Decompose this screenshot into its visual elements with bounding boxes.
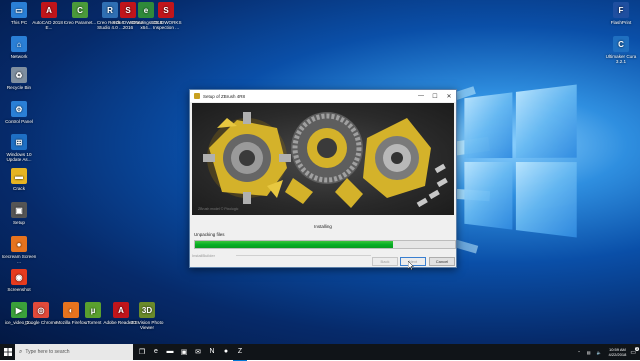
adobe-reader-icon: A <box>113 302 129 318</box>
action-center-icon[interactable]: ▭ 3 <box>630 346 639 356</box>
solidworks-inspection-icon: S <box>158 2 174 18</box>
windows-start-icon <box>3 348 12 356</box>
desktop-wallpaper: ▭ This PC A AutoCAD 2018 - E... C Creo Parame… <box>0 0 640 344</box>
icecream-icon: ● <box>11 236 27 252</box>
screenshot-icon: ◉ <box>11 269 27 285</box>
task-view-icon[interactable]: ❐ <box>135 344 149 360</box>
notification-badge: 3 <box>635 346 639 351</box>
chevron-up-icon[interactable]: ⌃ <box>577 350 580 355</box>
recycle-bin-icon: ♻ <box>11 67 27 83</box>
desktop-icon-label: Recycle Bin <box>6 85 32 90</box>
windows-update-icon: ⊞ <box>11 134 27 150</box>
windows-logo <box>464 84 577 238</box>
footer-separator <box>236 255 371 256</box>
autocad-icon: A <box>41 2 57 18</box>
banner-watermark: ZBrush model © Pixologic <box>198 207 239 211</box>
windows-logo-pane <box>464 92 513 159</box>
cura-icon: C <box>613 36 629 52</box>
windows-logo-pane <box>515 84 577 158</box>
desktop-icon[interactable]: ● Icecream Screen ... <box>1 236 37 264</box>
install-progress-bar <box>194 240 456 249</box>
install-status: Installing <box>314 224 332 229</box>
taskbar-clock[interactable]: 10:59 AM 4/22/2018 <box>609 347 627 357</box>
chrome-icon: ◎ <box>33 302 49 318</box>
volume-icon[interactable]: 🔈 <box>597 350 602 355</box>
utorrent-icon: µ <box>85 302 101 318</box>
taskbar-search-box[interactable]: ⌕ Type here to search <box>15 344 133 360</box>
mail-icon[interactable]: ✉ <box>191 344 205 360</box>
taskbar: ⌕ Type here to search ❐ e ▬ ▣ ✉ N ● Z ⌃ ▤ 🔈 10:… <box>0 344 640 361</box>
clock-date: 4/22/2018 <box>608 352 627 357</box>
folder-icon: ▬ <box>11 168 27 184</box>
desktop-icon[interactable]: 3D 3D Vision Photo Viewer <box>129 302 165 330</box>
minimize-button[interactable]: — <box>414 93 428 99</box>
network-icon: ⌂ <box>11 36 27 52</box>
install-detail: Unpacking files <box>194 232 225 237</box>
desktop-icon[interactable]: C Ultimaker Cura 3.2.1 <box>603 36 639 64</box>
install-progress-fill <box>195 241 393 248</box>
desktop-icon[interactable]: ⚙ Control Panel <box>1 101 37 124</box>
store-icon[interactable]: ▣ <box>177 344 191 360</box>
icecream-taskbar-icon[interactable]: ● <box>219 344 233 360</box>
desktop-icon[interactable]: F FlashPrint <box>603 2 639 25</box>
gear-assembly-illustration <box>203 112 448 208</box>
windows-logo-pane <box>464 161 513 230</box>
desktop-icon-label: SOLIDWORKS Inspection ... <box>150 20 182 30</box>
taskbar-app-list: ❐ e ▬ ▣ ✉ N ● Z <box>135 344 247 361</box>
3d-vision-icon: 3D <box>139 302 155 318</box>
desktop-icon-label: Network <box>10 54 28 59</box>
desktop-icon-label: Windows 10 Update As... <box>6 152 32 162</box>
desktop-icon[interactable]: ⊞ Windows 10 Update As... <box>1 134 37 162</box>
desktop-icon-label: Ultimaker Cura 3.2.1 <box>605 54 637 64</box>
desktop-icon[interactable]: ◉ Screenshot <box>1 269 37 292</box>
product-banner-image: ZBrush model © Pixologic <box>192 103 454 215</box>
desktop-icon-label: FlashPrint <box>610 20 632 25</box>
onenote-icon[interactable]: N <box>205 344 219 360</box>
setup-icon: ▣ <box>11 202 27 218</box>
mouse-cursor-icon <box>408 261 414 270</box>
desktop-icon[interactable]: ▣ Setup <box>1 202 37 225</box>
desktop-icon[interactable]: ⌂ Network <box>1 36 37 59</box>
system-tray: ⌃ ▤ 🔈 10:59 AM 4/22/2018 ▭ 3 <box>574 344 639 360</box>
zbrush-icon <box>194 93 200 99</box>
windows-logo-pane <box>515 162 577 238</box>
network-tray-icon[interactable]: ▤ <box>587 350 591 355</box>
computer-icon: ▭ <box>11 2 27 18</box>
desktop-icon-label: Crack <box>13 186 25 191</box>
desktop-icon-label: Setup <box>12 220 25 225</box>
desktop-icon[interactable]: ♻ Recycle Bin <box>1 67 37 90</box>
edge-icon[interactable]: e <box>149 344 163 360</box>
setup-dialog[interactable]: Setup of ZBrush 4R8 — ☐ ✕ ZBrush model ©… <box>189 89 457 268</box>
creo-parametric-icon: C <box>72 2 88 18</box>
search-placeholder: Type here to search <box>25 349 70 355</box>
zbrush-setup-taskbar-icon[interactable]: Z <box>233 344 247 361</box>
installer-brand-label: InstallBuilder <box>192 253 215 258</box>
flashprint-icon: F <box>613 2 629 18</box>
close-button[interactable]: ✕ <box>442 93 456 100</box>
cancel-button[interactable]: Cancel <box>429 257 455 266</box>
dialog-titlebar[interactable]: Setup of ZBrush 4R8 — ☐ ✕ <box>190 90 456 102</box>
back-button[interactable]: Back <box>372 257 398 266</box>
desktop-icon-label: Screenshot <box>7 287 31 292</box>
desktop-icon[interactable]: S SOLIDWORKS Inspection ... <box>148 2 184 30</box>
desktop-icon-label: Icecream Screen ... <box>1 254 37 264</box>
desktop-icon-label: Control Panel <box>5 119 33 124</box>
start-button[interactable] <box>0 344 15 360</box>
search-icon: ⌕ <box>19 348 23 355</box>
dialog-title: Setup of ZBrush 4R8 <box>203 93 246 99</box>
file-explorer-icon[interactable]: ▬ <box>163 344 177 360</box>
desktop-icon-label: 3D Vision Photo Viewer <box>130 320 164 330</box>
maximize-button[interactable]: ☐ <box>428 93 442 100</box>
desktop-icon[interactable]: ▬ Crack <box>1 168 37 191</box>
control-panel-icon: ⚙ <box>11 101 27 117</box>
